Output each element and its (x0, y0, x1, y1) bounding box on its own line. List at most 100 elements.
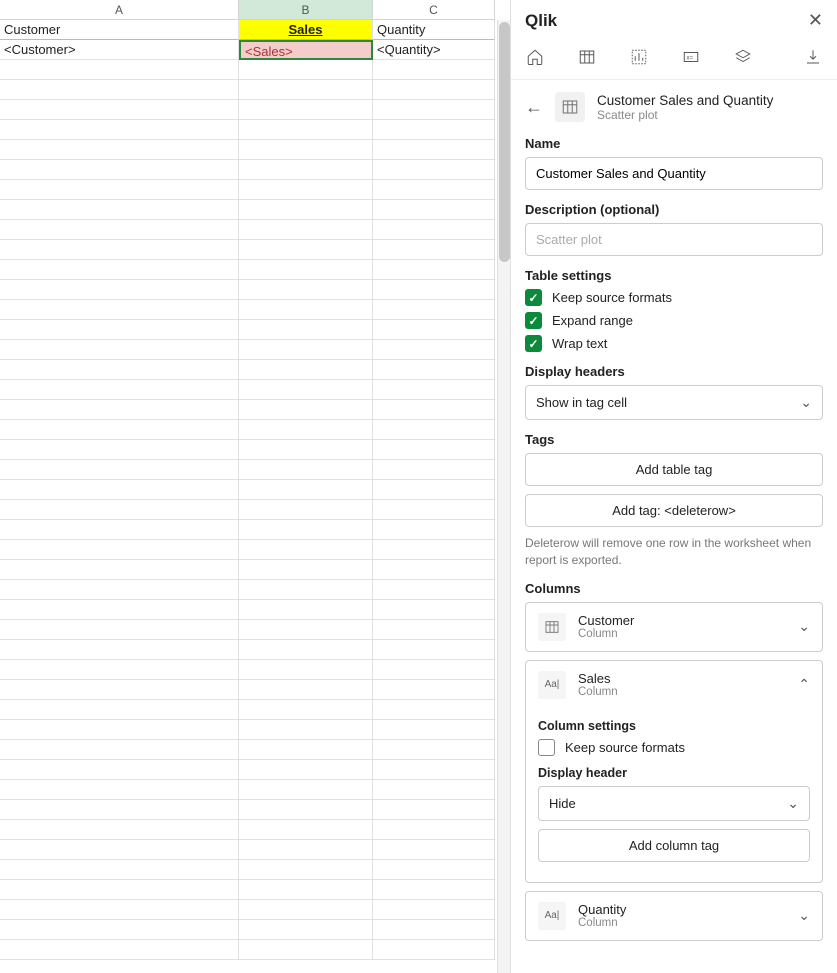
empty-cell[interactable] (0, 480, 239, 500)
empty-cell[interactable] (0, 380, 239, 400)
empty-cell[interactable] (239, 340, 373, 360)
empty-cell[interactable] (239, 900, 373, 920)
empty-cell[interactable] (239, 360, 373, 380)
sales-keep-formats-row[interactable]: Keep source formats (538, 739, 810, 756)
description-input[interactable] (525, 223, 823, 256)
name-input[interactable] (525, 157, 823, 190)
add-table-tag-button[interactable]: Add table tag (525, 453, 823, 486)
empty-cell[interactable] (373, 620, 495, 640)
download-icon[interactable] (803, 47, 823, 67)
empty-cell[interactable] (0, 760, 239, 780)
empty-cell[interactable] (0, 200, 239, 220)
empty-cell[interactable] (239, 320, 373, 340)
empty-cell[interactable] (373, 100, 495, 120)
empty-cell[interactable] (0, 160, 239, 180)
empty-cell[interactable] (239, 740, 373, 760)
empty-cell[interactable] (0, 680, 239, 700)
empty-cell[interactable] (0, 240, 239, 260)
empty-cell[interactable] (373, 480, 495, 500)
cell-header-customer[interactable]: Customer (0, 20, 239, 40)
empty-cell[interactable] (373, 60, 495, 80)
empty-cell[interactable] (0, 140, 239, 160)
empty-cell[interactable] (373, 120, 495, 140)
add-deleterow-tag-button[interactable]: Add tag: <deleterow> (525, 494, 823, 527)
empty-cell[interactable] (373, 920, 495, 940)
empty-cell[interactable] (239, 280, 373, 300)
cell-tag-sales[interactable]: <Sales> (239, 40, 373, 60)
empty-cell[interactable] (239, 840, 373, 860)
empty-cell[interactable] (373, 280, 495, 300)
empty-cell[interactable] (0, 260, 239, 280)
empty-cell[interactable] (239, 800, 373, 820)
empty-cell[interactable] (239, 460, 373, 480)
col-header-c[interactable]: C (373, 0, 495, 20)
empty-cell[interactable] (0, 740, 239, 760)
empty-cell[interactable] (239, 180, 373, 200)
empty-cell[interactable] (239, 260, 373, 280)
cell-tag-customer[interactable]: <Customer> (0, 40, 239, 60)
empty-cell[interactable] (0, 560, 239, 580)
empty-cell[interactable] (373, 200, 495, 220)
display-headers-select[interactable]: Show in tag cell ⌄ (525, 385, 823, 420)
keep-formats-row[interactable]: Keep source formats (525, 289, 823, 306)
empty-cell[interactable] (0, 440, 239, 460)
empty-cell[interactable] (373, 560, 495, 580)
empty-cell[interactable] (373, 420, 495, 440)
empty-cell[interactable] (239, 700, 373, 720)
empty-cell[interactable] (239, 380, 373, 400)
empty-cell[interactable] (373, 760, 495, 780)
scroll-thumb[interactable] (499, 22, 510, 262)
empty-cell[interactable] (239, 140, 373, 160)
empty-cell[interactable] (239, 780, 373, 800)
empty-cell[interactable] (373, 180, 495, 200)
empty-cell[interactable] (0, 180, 239, 200)
empty-cell[interactable] (239, 860, 373, 880)
empty-cell[interactable] (0, 820, 239, 840)
empty-cell[interactable] (239, 620, 373, 640)
empty-cell[interactable] (0, 580, 239, 600)
home-icon[interactable] (525, 47, 545, 67)
empty-cell[interactable] (239, 240, 373, 260)
cell-tag-quantity[interactable]: <Quantity> (373, 40, 495, 60)
empty-cell[interactable] (0, 220, 239, 240)
cell-header-quantity[interactable]: Quantity (373, 20, 495, 40)
empty-cell[interactable] (0, 500, 239, 520)
empty-cell[interactable] (239, 760, 373, 780)
empty-cell[interactable] (239, 80, 373, 100)
empty-cell[interactable] (373, 540, 495, 560)
empty-cell[interactable] (0, 300, 239, 320)
checkbox-sales-keep-formats[interactable] (538, 739, 555, 756)
empty-cell[interactable] (0, 900, 239, 920)
empty-cell[interactable] (239, 300, 373, 320)
empty-cell[interactable] (239, 640, 373, 660)
empty-cell[interactable] (373, 820, 495, 840)
empty-cell[interactable] (0, 640, 239, 660)
display-header-select[interactable]: Hide ⌄ (538, 786, 810, 821)
empty-cell[interactable] (0, 660, 239, 680)
empty-cell[interactable] (239, 920, 373, 940)
empty-cell[interactable] (0, 920, 239, 940)
empty-cell[interactable] (239, 440, 373, 460)
empty-cell[interactable] (373, 740, 495, 760)
empty-cell[interactable] (239, 120, 373, 140)
empty-cell[interactable] (0, 800, 239, 820)
empty-cell[interactable] (239, 520, 373, 540)
empty-cell[interactable] (373, 240, 495, 260)
empty-cell[interactable] (373, 520, 495, 540)
empty-cell[interactable] (373, 460, 495, 480)
empty-cell[interactable] (373, 880, 495, 900)
empty-cell[interactable] (0, 400, 239, 420)
empty-cell[interactable] (373, 300, 495, 320)
empty-cell[interactable] (239, 660, 373, 680)
empty-cell[interactable] (239, 580, 373, 600)
empty-cell[interactable] (373, 940, 495, 960)
column-header-sales[interactable]: Aa| Sales Column ⌃ (526, 661, 822, 709)
empty-cell[interactable] (373, 160, 495, 180)
empty-cell[interactable] (239, 680, 373, 700)
empty-cell[interactable] (239, 160, 373, 180)
empty-cell[interactable] (0, 940, 239, 960)
empty-cell[interactable] (239, 420, 373, 440)
empty-cell[interactable] (373, 340, 495, 360)
empty-cell[interactable] (373, 80, 495, 100)
checkbox-wrap-text[interactable] (525, 335, 542, 352)
